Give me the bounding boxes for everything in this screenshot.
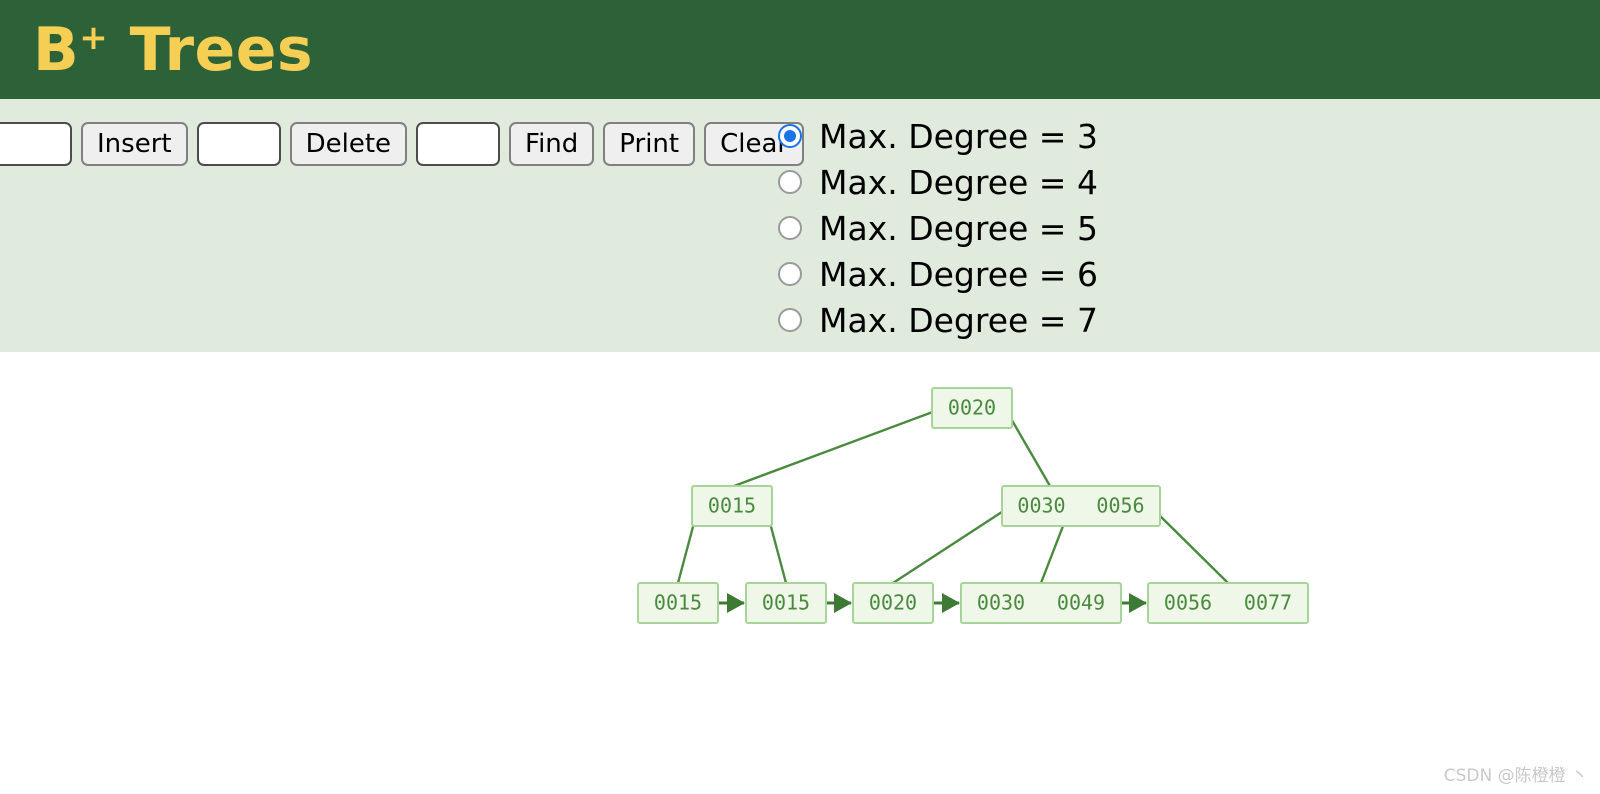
tree-edge — [733, 408, 939, 488]
controls-row: Insert Delete Find Print Clear — [0, 121, 805, 167]
max-degree-option-label: Max. Degree = 7 — [819, 300, 1098, 340]
page-title-main: B — [33, 15, 80, 85]
print-button[interactable]: Print — [603, 122, 696, 166]
radio-selected-icon[interactable] — [778, 124, 802, 148]
max-degree-option-label: Max. Degree = 5 — [819, 208, 1098, 248]
max-degree-option-7[interactable]: Max. Degree = 7 — [778, 297, 1098, 343]
page-title-rest: Trees — [108, 15, 314, 85]
page-title: B+ Trees — [33, 10, 313, 90]
max-degree-option-6[interactable]: Max. Degree = 6 — [778, 251, 1098, 297]
app-root: B+ Trees Insert Delete Find Print Clear … — [0, 0, 1600, 794]
radio-unselected-icon[interactable] — [778, 170, 802, 194]
bplus-tree-diagram: 0020 0015 0030 0056 0015 0015 0020 0030 0049 0056… — [637, 387, 1309, 624]
radio-unselected-icon[interactable] — [778, 262, 802, 286]
tree-node-key: 0030 — [1017, 494, 1065, 518]
max-degree-option-label: Max. Degree = 4 — [819, 162, 1098, 202]
watermark: CSDN @陈橙橙 丶 — [1443, 766, 1588, 786]
controls-panel: Insert Delete Find Print Clear Max. Degr… — [0, 99, 1600, 352]
tree-node-key: 0030 — [977, 591, 1025, 615]
max-degree-radio-group: Max. Degree = 3 Max. Degree = 4 Max. Degre… — [778, 113, 1098, 343]
tree-node[interactable]: 0056 0077 — [1147, 582, 1309, 624]
tree-edge — [1151, 507, 1229, 584]
tree-canvas[interactable]: 0020 0015 0030 0056 0015 0015 0020 0030 0049 0056… — [0, 352, 1600, 794]
delete-button[interactable]: Delete — [289, 122, 408, 166]
tree-node[interactable]: 0020 — [852, 582, 934, 624]
max-degree-option-4[interactable]: Max. Degree = 4 — [778, 159, 1098, 205]
max-degree-option-3[interactable]: Max. Degree = 3 — [778, 113, 1098, 159]
tree-node-key: 0049 — [1057, 591, 1105, 615]
insert-input[interactable] — [0, 122, 72, 166]
insert-button[interactable]: Insert — [81, 122, 188, 166]
tree-node[interactable]: 0020 — [931, 387, 1013, 429]
tree-node-key: 0056 — [1164, 591, 1212, 615]
tree-node-key: 0015 — [708, 494, 756, 518]
tree-node-key: 0015 — [762, 591, 810, 615]
tree-node[interactable]: 0015 — [637, 582, 719, 624]
radio-unselected-icon[interactable] — [778, 216, 802, 240]
max-degree-option-label: Max. Degree = 6 — [819, 254, 1098, 294]
find-button[interactable]: Find — [509, 122, 595, 166]
tree-nodes-layer: 0020 0015 0030 0056 0015 0015 0020 0030 0049 0056… — [637, 387, 1309, 624]
tree-node-key: 0056 — [1096, 494, 1144, 518]
tree-node[interactable]: 0030 0056 — [1001, 485, 1161, 527]
find-input[interactable] — [416, 122, 501, 166]
page-header: B+ Trees — [0, 0, 1600, 99]
tree-node-key: 0020 — [869, 591, 917, 615]
tree-node[interactable]: 0030 0049 — [960, 582, 1122, 624]
radio-unselected-icon[interactable] — [778, 308, 802, 332]
leaf-link-arrow-icon — [942, 593, 960, 613]
tree-node[interactable]: 0015 — [691, 485, 773, 527]
tree-node-key: 0077 — [1244, 591, 1292, 615]
tree-node[interactable]: 0015 — [745, 582, 827, 624]
page-title-superscript: + — [79, 18, 109, 58]
leaf-link-arrow-icon — [834, 593, 852, 613]
tree-edge — [892, 506, 1009, 585]
leaf-link-arrow-icon — [1129, 593, 1147, 613]
tree-node-key: 0020 — [948, 396, 996, 420]
tree-node-key: 0015 — [654, 591, 702, 615]
max-degree-option-5[interactable]: Max. Degree = 5 — [778, 205, 1098, 251]
delete-input[interactable] — [196, 122, 281, 166]
max-degree-option-label: Max. Degree = 3 — [819, 116, 1098, 156]
leaf-link-arrow-icon — [727, 593, 745, 613]
